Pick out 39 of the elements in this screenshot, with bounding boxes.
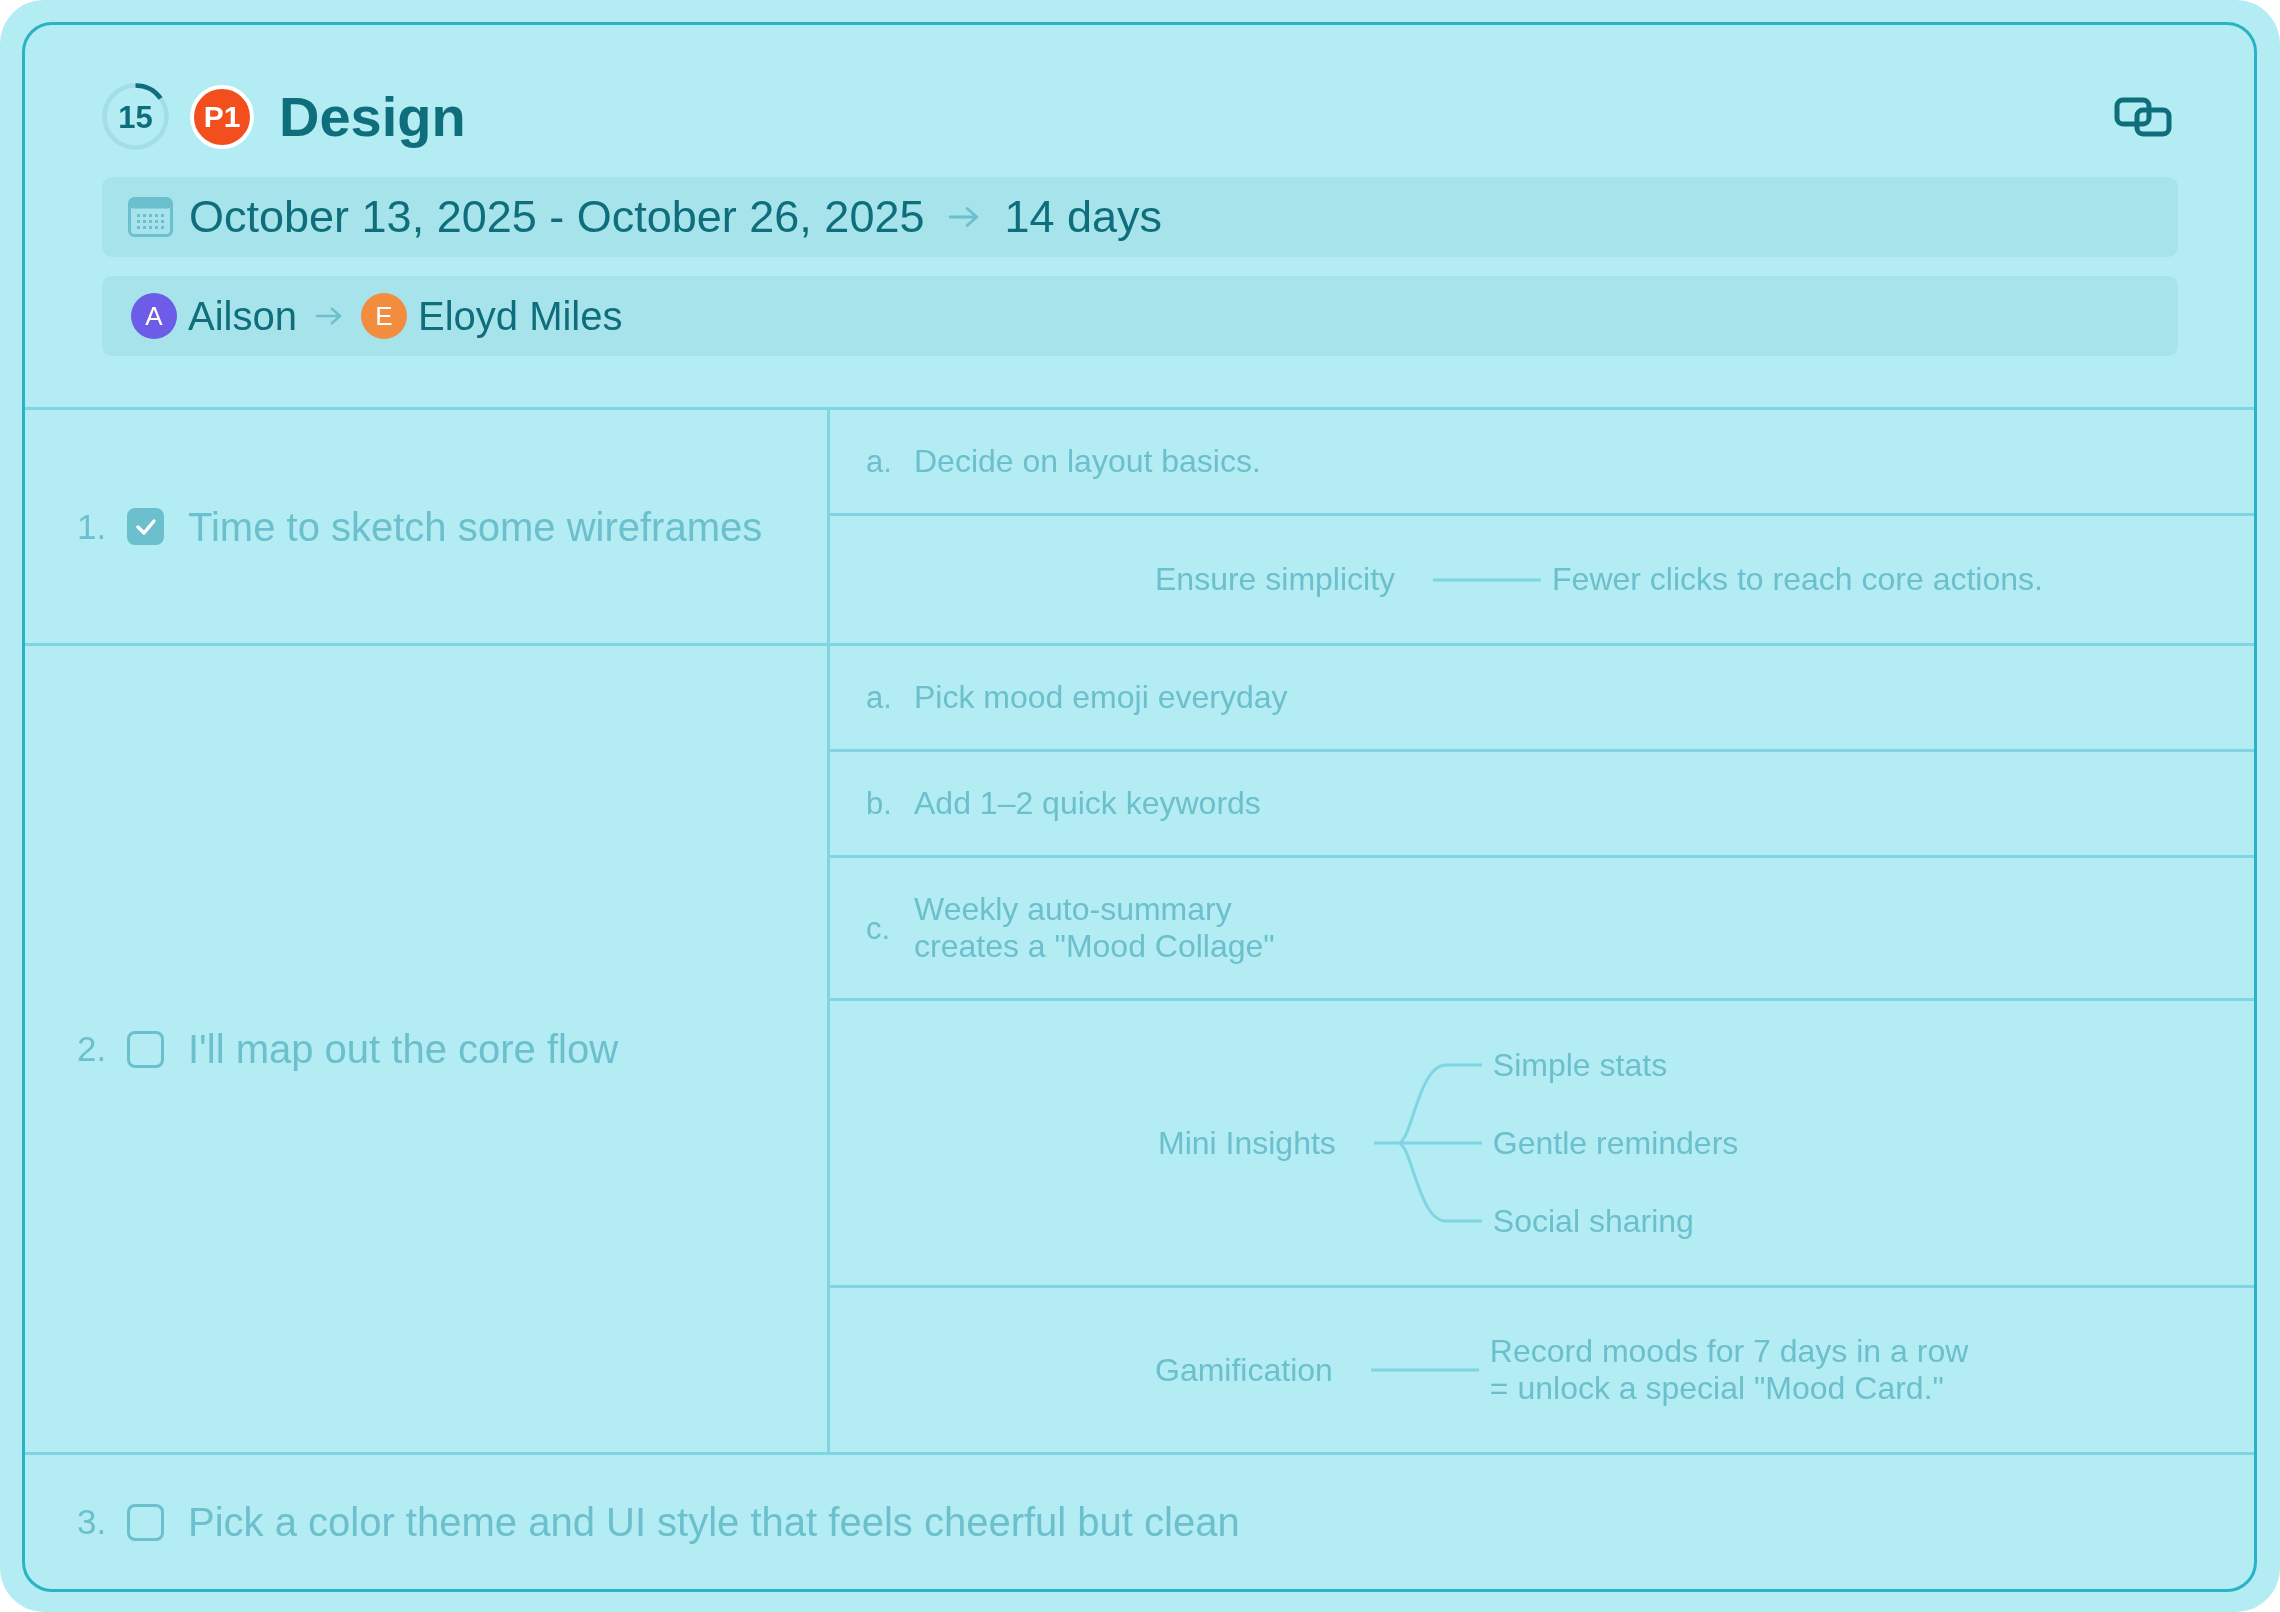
step-text: Weekly auto-summary creates a "Mood Collage": [914, 891, 1275, 965]
check-icon: [134, 517, 157, 536]
task-number: 3.: [77, 1502, 108, 1542]
step-text: Add 1–2 quick keywords: [914, 785, 1261, 822]
assignee-avatar: E: [360, 293, 407, 339]
arrow-right-icon: [948, 204, 981, 230]
duration: 14 days: [1004, 191, 1163, 243]
priority-badge: P1: [190, 84, 254, 149]
task-number: 1.: [77, 506, 108, 547]
assignee-name: Ailson: [188, 293, 297, 339]
mindmap-note: Fewer clicks to reach core actions.: [1552, 561, 2043, 598]
step-marker: b.: [866, 785, 893, 822]
assignee-avatar: A: [131, 293, 177, 339]
step-marker: a.: [866, 679, 893, 716]
step-text: Pick mood emoji everyday: [914, 679, 1288, 716]
mindmap-leaf: Gentle reminders: [1492, 1124, 1739, 1163]
mindmap-topic: Mini Insights: [1158, 1124, 1336, 1162]
date-range: October 13, 2025 - October 26, 2025: [189, 191, 925, 243]
checkbox[interactable]: [127, 508, 164, 545]
task-text: Pick a color theme and UI style that feels cheerful but clean: [188, 1502, 1240, 1542]
step-text: Decide on layout basics.: [914, 443, 1261, 480]
task-text: I'll map out the core flow: [188, 1029, 619, 1069]
link-icon[interactable]: [2114, 96, 2172, 137]
mindmap-topic: Gamification: [1155, 1351, 1333, 1389]
checkbox[interactable]: [127, 1503, 164, 1541]
assignee-name: Eloyd Miles: [417, 293, 623, 339]
arrow-right-icon: [314, 305, 343, 327]
mindmap-leaf: Simple stats: [1492, 1046, 1669, 1085]
calendar-icon: [128, 197, 173, 237]
task-text: Time to sketch some wireframes: [188, 506, 763, 547]
mindmap-leaf: Social sharing: [1492, 1202, 1695, 1241]
task-number: 2.: [77, 1029, 108, 1069]
task-title: Design: [279, 85, 466, 148]
step-marker: c.: [866, 909, 892, 947]
progress-count: 15: [118, 101, 153, 132]
checkbox[interactable]: [127, 1030, 164, 1068]
mindmap-topic: Ensure simplicity: [1155, 561, 1396, 598]
mindmap-note: Record moods for 7 days in a row = unlock a special "Mood Card.": [1489, 1333, 1969, 1407]
step-marker: a.: [866, 443, 893, 480]
